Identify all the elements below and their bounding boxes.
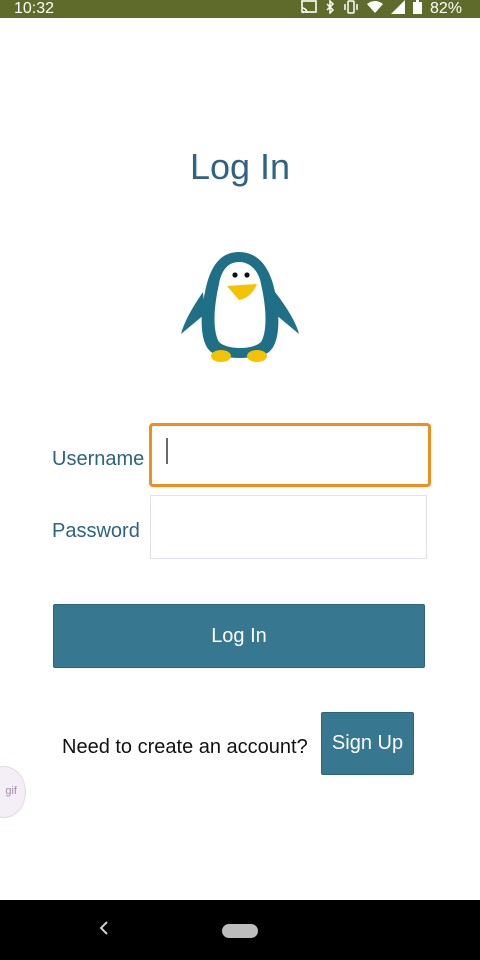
back-icon[interactable] bbox=[98, 918, 110, 943]
vibrate-icon bbox=[343, 0, 359, 19]
text-cursor bbox=[166, 438, 168, 464]
password-input[interactable] bbox=[150, 495, 427, 559]
status-time: 10:32 bbox=[14, 0, 55, 17]
cast-icon bbox=[301, 0, 317, 19]
username-label: Username bbox=[52, 448, 145, 470]
status-bar: 10:32 82% bbox=[0, 0, 480, 18]
password-label: Password bbox=[52, 520, 140, 542]
wifi-icon bbox=[366, 0, 383, 19]
battery-percent: 82% bbox=[429, 0, 462, 17]
status-icons: 82% bbox=[301, 0, 462, 18]
signup-prompt: Need to create an account? bbox=[62, 736, 308, 758]
username-input[interactable] bbox=[149, 423, 431, 487]
floating-gif-bubble[interactable]: gif bbox=[0, 766, 26, 818]
login-button[interactable]: Log In bbox=[53, 604, 425, 668]
battery-icon bbox=[412, 0, 422, 19]
page-title: Log In bbox=[189, 146, 291, 187]
penguin-logo bbox=[175, 248, 305, 370]
signal-icon bbox=[390, 0, 405, 19]
signup-button[interactable]: Sign Up bbox=[321, 712, 414, 775]
gif-label: gif bbox=[5, 785, 17, 797]
home-pill-button[interactable] bbox=[222, 924, 258, 938]
bluetooth-icon bbox=[325, 0, 335, 19]
